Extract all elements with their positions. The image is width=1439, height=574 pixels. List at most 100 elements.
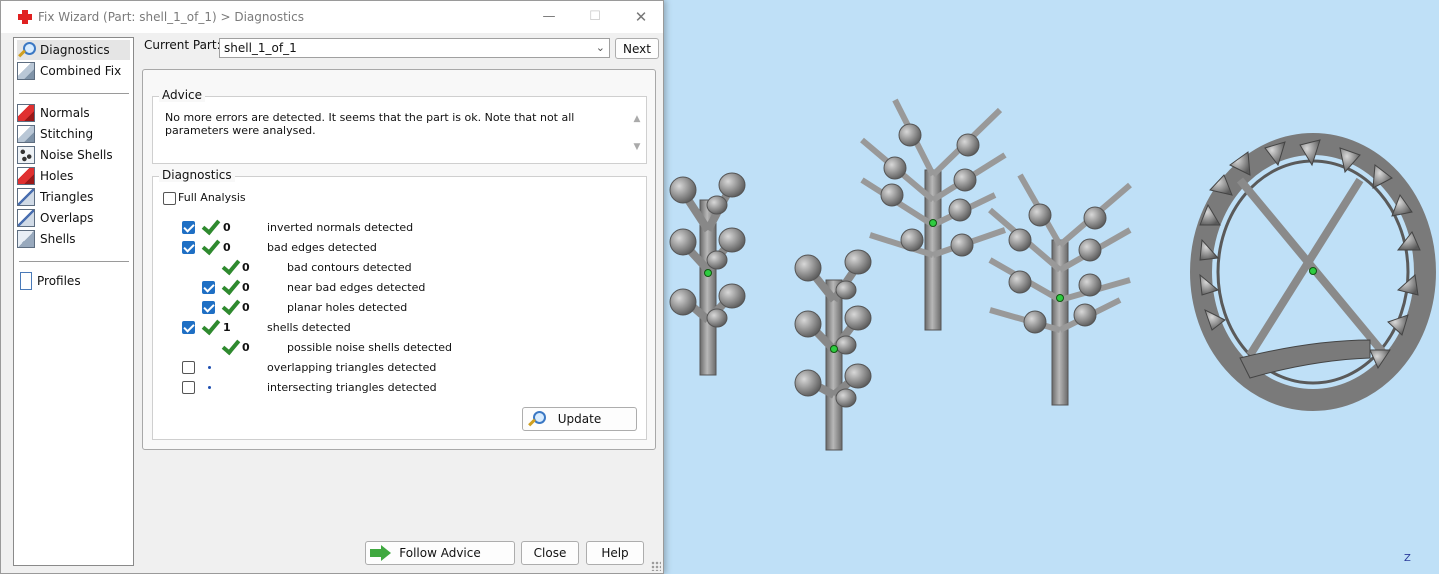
intersecting-triangles-label: intersecting triangles detected (267, 381, 437, 394)
inverted-normals-label: inverted normals detected (267, 221, 414, 234)
full-analysis-label: Full Analysis (178, 191, 246, 204)
advice-text: No more errors are detected. It seems th… (165, 111, 575, 137)
cube-icon (17, 62, 35, 80)
chevron-down-icon: ⌄ (595, 41, 605, 54)
nav-item-label: Profiles (37, 274, 81, 288)
near-bad-edges-count: 0 (242, 281, 250, 294)
current-part-label: Current Part: (144, 38, 221, 52)
help-button[interactable]: Help (586, 541, 644, 565)
near-bad-edges-label: near bad edges detected (287, 281, 426, 294)
update-button-label: Update (557, 412, 602, 426)
check-mark-icon (221, 257, 239, 275)
nav-item-stitching[interactable]: Stitching (17, 124, 130, 144)
pending-dot-icon (208, 366, 211, 369)
app-logo-icon (18, 10, 32, 24)
follow-advice-label: Follow Advice (399, 546, 481, 560)
nav-item-label: Overlaps (40, 211, 94, 225)
title-bar[interactable]: Fix Wizard (Part: shell_1_of_1) > Diagno… (1, 1, 663, 33)
check-mark-icon (201, 237, 219, 255)
nav-divider (19, 261, 129, 262)
check-mark-icon (221, 337, 239, 355)
inverted-normals-count: 0 (223, 221, 231, 234)
axis-label-z: Z (1404, 553, 1411, 564)
nav-item-label: Holes (40, 169, 74, 183)
current-part-value: shell_1_of_1 (224, 41, 297, 55)
current-part-select[interactable]: shell_1_of_1 ⌄ (219, 38, 610, 58)
wizard-nav: Diagnostics Combined Fix Normals Stitchi… (13, 37, 134, 566)
next-button[interactable]: Next (615, 38, 659, 59)
noise-shells-label: possible noise shells detected (287, 341, 453, 354)
shells-label: shells detected (267, 321, 351, 334)
fix-wizard-dialog: Fix Wizard (Part: shell_1_of_1) > Diagno… (0, 0, 664, 574)
nav-item-shells[interactable]: Shells (17, 229, 130, 249)
check-mark-icon (201, 317, 219, 335)
shells-count: 1 (223, 321, 231, 334)
bad-edges-label: bad edges detected (267, 241, 377, 254)
nav-item-label: Stitching (40, 127, 94, 141)
bad-edges-count: 0 (223, 241, 231, 254)
planar-holes-checkbox[interactable] (202, 301, 215, 314)
close-window-button[interactable]: ✕ (629, 7, 653, 27)
planar-holes-count: 0 (242, 301, 250, 314)
bad-edges-checkbox[interactable] (182, 241, 195, 254)
scroll-down-icon[interactable]: ▼ (631, 142, 643, 152)
follow-advice-button[interactable]: Follow Advice (365, 541, 515, 565)
check-mark-icon (221, 277, 239, 295)
nav-item-holes[interactable]: Holes (17, 166, 130, 186)
advice-title: Advice (159, 88, 206, 102)
window-title: Fix Wizard (Part: shell_1_of_1) > Diagno… (38, 10, 304, 24)
shells-checkbox[interactable] (182, 321, 195, 334)
nav-item-profiles[interactable]: Profiles (17, 271, 130, 291)
overlapping-triangles-checkbox[interactable] (182, 361, 195, 374)
nav-item-triangles[interactable]: Triangles (17, 187, 130, 207)
pending-dot-icon (208, 386, 211, 389)
ring-part[interactable] (1190, 133, 1436, 411)
nav-item-label: Combined Fix (40, 64, 122, 78)
check-mark-icon (201, 217, 219, 235)
nav-item-combined-fix[interactable]: Combined Fix (17, 61, 130, 81)
full-analysis-checkbox[interactable] (163, 192, 176, 205)
bad-contours-count: 0 (242, 261, 250, 274)
shells-icon (17, 230, 35, 248)
noise-shells-icon (17, 146, 35, 164)
support-tree-4[interactable] (988, 173, 1132, 406)
inverted-normals-checkbox[interactable] (182, 221, 195, 234)
intersecting-triangles-checkbox[interactable] (182, 381, 195, 394)
nav-item-label: Noise Shells (40, 148, 113, 162)
nav-item-diagnostics[interactable]: Diagnostics (17, 40, 130, 60)
overlaps-icon (17, 209, 35, 227)
document-icon (20, 272, 32, 290)
support-tree-2[interactable] (794, 249, 872, 451)
triangles-icon (17, 188, 35, 206)
magnifier-icon (527, 410, 546, 428)
minimize-button[interactable]: — (537, 7, 561, 27)
diagnostics-title: Diagnostics (159, 168, 235, 182)
check-mark-icon (221, 297, 239, 315)
resize-grip[interactable] (651, 561, 661, 571)
update-button[interactable]: Update (522, 407, 637, 431)
holes-icon (17, 167, 35, 185)
noise-shells-count: 0 (242, 341, 250, 354)
nav-item-label: Triangles (40, 190, 94, 204)
normals-icon (17, 104, 35, 122)
nav-item-overlaps[interactable]: Overlaps (17, 208, 130, 228)
close-button[interactable]: Close (521, 541, 579, 565)
bad-contours-label: bad contours detected (287, 261, 412, 274)
nav-item-label: Normals (40, 106, 90, 120)
nav-item-label: Shells (40, 232, 76, 246)
maximize-button: ☐ (589, 9, 601, 24)
support-tree-3[interactable] (860, 98, 1007, 331)
green-arrow-icon (370, 545, 392, 561)
nav-item-normals[interactable]: Normals (17, 103, 130, 123)
nav-divider (19, 93, 129, 94)
planar-holes-label: planar holes detected (287, 301, 408, 314)
diagnostics-panel: Advice No more errors are detected. It s… (142, 69, 656, 450)
magnifier-icon (17, 41, 36, 59)
near-bad-edges-checkbox[interactable] (202, 281, 215, 294)
stitching-icon (17, 125, 35, 143)
diagnostics-group: Diagnostics Full Analysis 0 inverted nor… (152, 168, 647, 440)
scroll-up-icon[interactable]: ▲ (631, 114, 643, 124)
advice-group: Advice No more errors are detected. It s… (152, 88, 647, 164)
support-tree-1[interactable] (669, 172, 746, 376)
nav-item-noise-shells[interactable]: Noise Shells (17, 145, 130, 165)
